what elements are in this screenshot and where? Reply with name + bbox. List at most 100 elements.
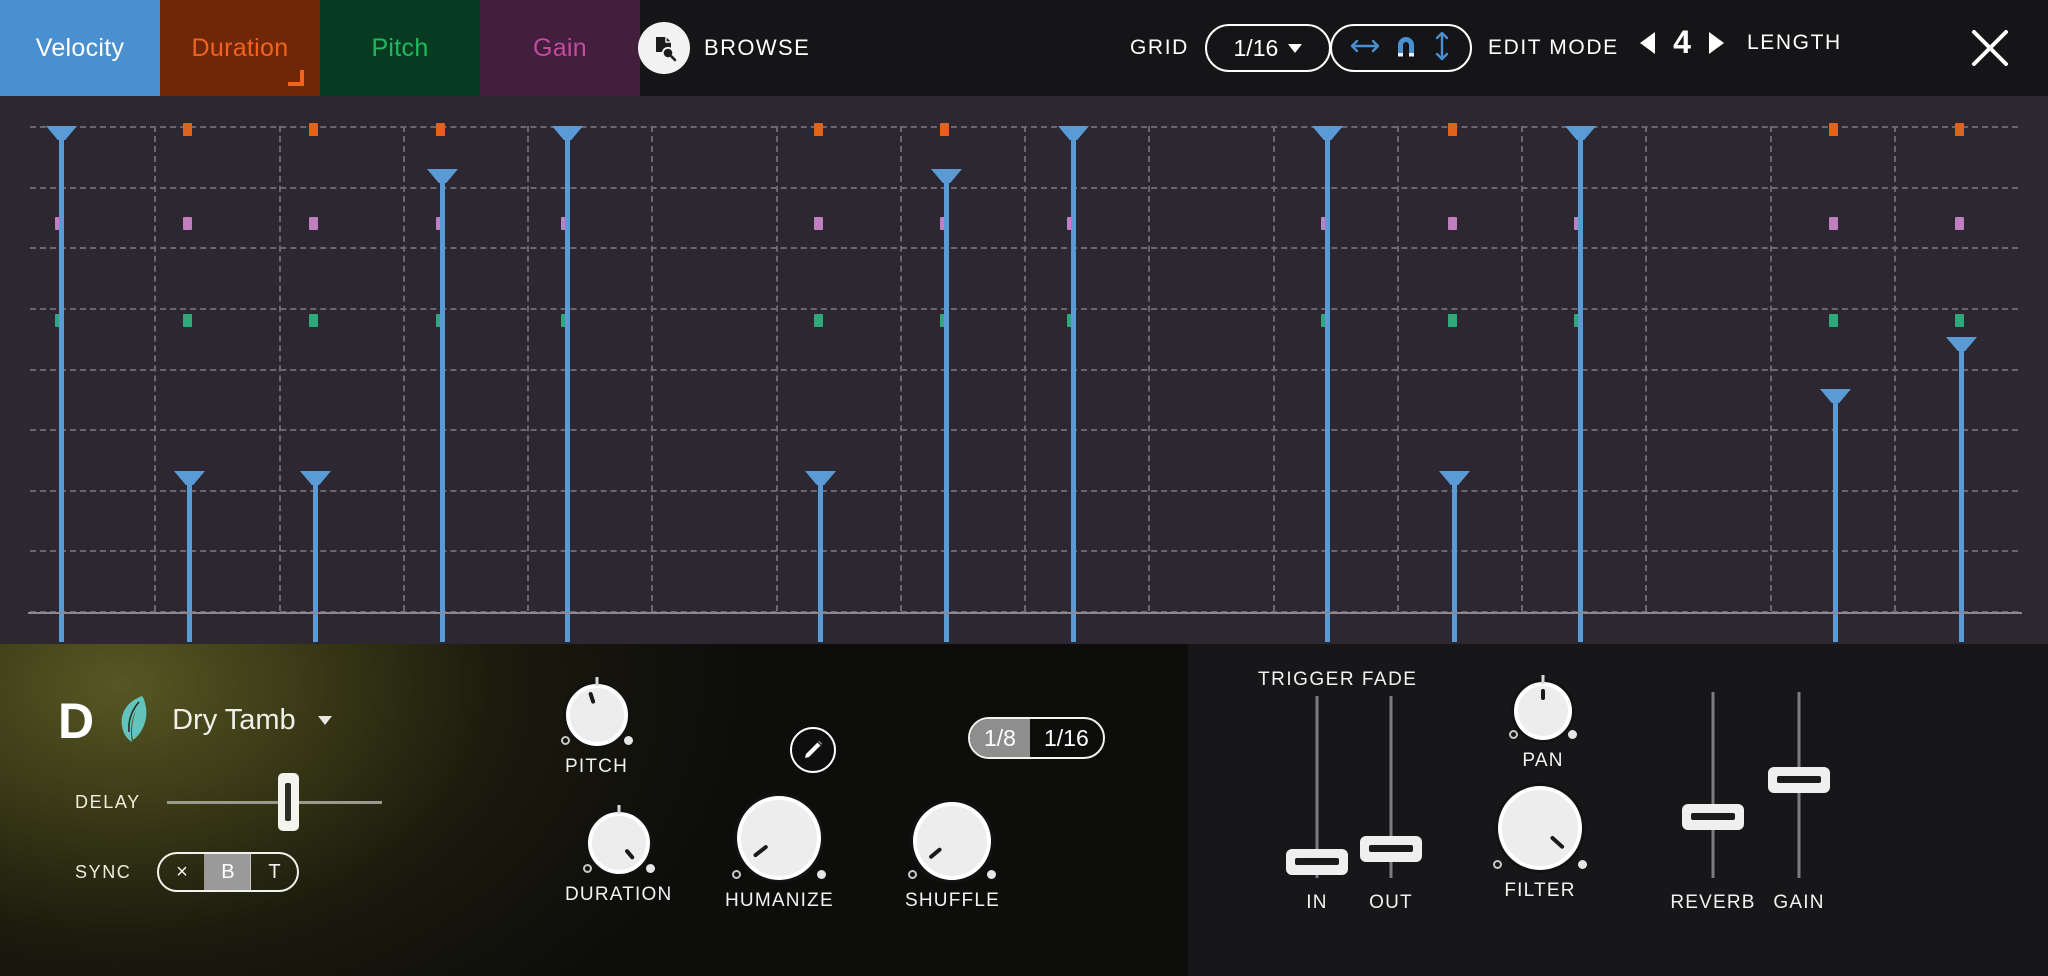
knob-pointer-icon [1549, 834, 1565, 850]
velocity-note-cap[interactable] [427, 169, 458, 183]
shuffle-knob[interactable] [908, 802, 997, 880]
lane-tab-gain[interactable]: Gain [480, 0, 640, 96]
lane-tab-duration[interactable]: Duration [160, 0, 320, 96]
lane-tab-label: Duration [191, 33, 289, 62]
lane-tab-pitch[interactable]: Pitch [320, 0, 480, 96]
arrows-vertical-icon[interactable] [1432, 31, 1452, 66]
duration-marker[interactable] [940, 123, 949, 136]
gain-marker[interactable] [309, 217, 318, 230]
gain-fader[interactable]: GAIN [1754, 692, 1844, 926]
velocity-note-stem[interactable] [818, 477, 823, 642]
velocity-note-stem[interactable] [59, 132, 64, 642]
sequencer-grid[interactable] [0, 96, 2048, 644]
gain-marker[interactable] [1829, 217, 1838, 230]
trigger-fade-out-fader[interactable]: OUT [1346, 696, 1436, 926]
pan-knob[interactable] [1509, 675, 1577, 740]
velocity-note-stem[interactable] [1959, 343, 1964, 642]
close-icon[interactable] [1960, 18, 2020, 78]
toolbar: Velocity Duration Pitch Gain BROWSE GRID… [0, 0, 2048, 96]
duration-marker[interactable] [436, 123, 445, 136]
filter-knob[interactable] [1493, 786, 1587, 870]
knob-tick-icon [595, 677, 598, 686]
gain-marker[interactable] [1448, 217, 1457, 230]
length-value[interactable]: 4 [1670, 24, 1694, 61]
sync-option-triplets[interactable]: T [251, 854, 297, 890]
velocity-note-stem[interactable] [1071, 132, 1076, 642]
duration-marker[interactable] [1448, 123, 1457, 136]
velocity-note-cap[interactable] [46, 126, 77, 140]
velocity-note-stem[interactable] [313, 477, 318, 642]
browse-button[interactable]: BROWSE [638, 22, 810, 74]
gain-marker[interactable] [814, 217, 823, 230]
chevron-down-icon[interactable] [317, 716, 332, 725]
velocity-note-stem[interactable] [1325, 132, 1330, 642]
resolution-option-sixteenth[interactable]: 1/16 [1030, 719, 1103, 757]
fader-thumb[interactable] [1286, 849, 1348, 875]
velocity-note-stem[interactable] [1452, 477, 1457, 642]
duration-marker[interactable] [309, 123, 318, 136]
shuffle-knob-label: SHUFFLE [905, 890, 1000, 911]
edit-mode-toggle-group[interactable] [1330, 24, 1472, 72]
pitch-marker[interactable] [814, 314, 823, 327]
velocity-note-cap[interactable] [1439, 471, 1470, 485]
beat-editor-window: Velocity Duration Pitch Gain BROWSE GRID… [0, 0, 2048, 976]
lane-tab-velocity[interactable]: Velocity [0, 0, 160, 96]
arrows-horizontal-icon[interactable] [1350, 36, 1380, 61]
velocity-note-cap[interactable] [805, 471, 836, 485]
duration-marker[interactable] [183, 123, 192, 136]
fader-thumb[interactable] [1682, 804, 1744, 830]
reverb-fader[interactable]: REVERB [1668, 692, 1758, 926]
velocity-note-cap[interactable] [1820, 389, 1851, 403]
pitch-marker[interactable] [309, 314, 318, 327]
pitch-marker[interactable] [1829, 314, 1838, 327]
sync-option-off[interactable]: × [159, 854, 206, 890]
velocity-note-stem[interactable] [1833, 395, 1838, 642]
pad-name[interactable]: Dry Tamb [172, 704, 296, 737]
velocity-note-cap[interactable] [1946, 337, 1977, 351]
duration-marker[interactable] [814, 123, 823, 136]
resolution-option-eighth[interactable]: 1/8 [970, 719, 1030, 757]
pitch-knob[interactable] [560, 677, 633, 746]
fader-track[interactable] [1711, 692, 1715, 878]
pitch-marker[interactable] [1955, 314, 1964, 327]
triangle-right-icon[interactable] [1709, 31, 1724, 54]
pitch-marker[interactable] [1448, 314, 1457, 327]
pitch-marker[interactable] [183, 314, 192, 327]
fader-thumb[interactable] [1360, 836, 1422, 862]
velocity-note-stem[interactable] [187, 477, 192, 642]
velocity-note-stem[interactable] [1578, 132, 1583, 642]
humanize-knob[interactable] [732, 796, 827, 880]
velocity-note-cap[interactable] [1058, 126, 1089, 140]
velocity-note-cap[interactable] [174, 471, 205, 485]
velocity-note-cap[interactable] [931, 169, 962, 183]
gain-marker[interactable] [183, 217, 192, 230]
duration-marker[interactable] [1829, 123, 1838, 136]
knob-pointer-icon [587, 691, 596, 705]
delay-slider[interactable] [166, 773, 382, 831]
velocity-note-stem[interactable] [944, 175, 949, 642]
magnet-icon[interactable] [1392, 32, 1420, 65]
velocity-note-cap[interactable] [300, 471, 331, 485]
sequencer-baseline [28, 612, 2022, 614]
grid-vline [1148, 126, 1150, 611]
delay-slider-thumb[interactable] [277, 773, 299, 831]
grid-vline [1521, 126, 1523, 611]
sync-toggle-group[interactable]: × B T [157, 852, 300, 892]
velocity-note-cap[interactable] [1312, 126, 1343, 140]
duration-marker[interactable] [1955, 123, 1964, 136]
knob-max-dot-icon [1578, 860, 1587, 869]
velocity-note-cap[interactable] [552, 126, 583, 140]
grid-value-dropdown[interactable]: 1/16 [1204, 24, 1331, 72]
fader-thumb[interactable] [1768, 767, 1830, 793]
velocity-note-cap[interactable] [1565, 126, 1596, 140]
duration-knob[interactable] [582, 805, 655, 874]
sequencer-lanes[interactable] [30, 123, 2018, 642]
resolution-toggle-group[interactable]: 1/8 1/16 [968, 717, 1105, 759]
velocity-note-stem[interactable] [565, 132, 570, 642]
velocity-note-stem[interactable] [440, 175, 445, 642]
gain-marker[interactable] [1955, 217, 1964, 230]
sync-option-beats[interactable]: B [205, 854, 252, 890]
humanize-knob-label: HUMANIZE [725, 890, 834, 911]
triangle-left-icon[interactable] [1640, 31, 1655, 54]
pencil-icon[interactable] [790, 727, 836, 773]
